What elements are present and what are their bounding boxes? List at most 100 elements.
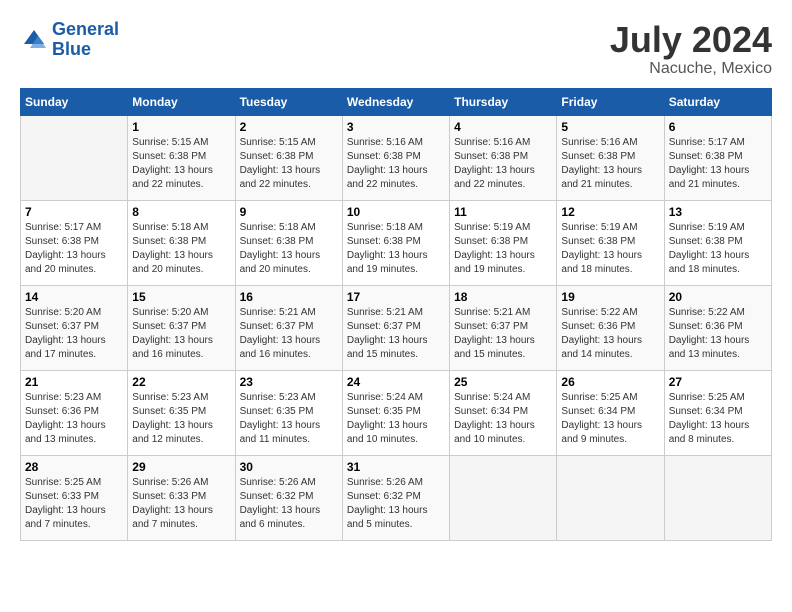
logo-icon [20, 26, 48, 54]
day-number: 22 [132, 375, 230, 389]
table-row [557, 455, 664, 540]
day-number: 10 [347, 205, 445, 219]
day-info: Sunrise: 5:21 AM Sunset: 6:37 PM Dayligh… [347, 306, 445, 362]
day-info: Sunrise: 5:22 AM Sunset: 6:36 PM Dayligh… [669, 306, 767, 362]
location-subtitle: Nacuche, Mexico [610, 60, 772, 78]
header-tuesday: Tuesday [235, 88, 342, 115]
day-info: Sunrise: 5:25 AM Sunset: 6:34 PM Dayligh… [561, 391, 659, 447]
table-row: 27 Sunrise: 5:25 AM Sunset: 6:34 PM Dayli… [664, 370, 771, 455]
day-info: Sunrise: 5:19 AM Sunset: 6:38 PM Dayligh… [561, 221, 659, 277]
logo-text: General Blue [52, 20, 119, 60]
day-info: Sunrise: 5:25 AM Sunset: 6:34 PM Dayligh… [669, 391, 767, 447]
day-number: 21 [25, 375, 123, 389]
day-info: Sunrise: 5:23 AM Sunset: 6:35 PM Dayligh… [132, 391, 230, 447]
day-number: 25 [454, 375, 552, 389]
day-number: 11 [454, 205, 552, 219]
day-info: Sunrise: 5:26 AM Sunset: 6:32 PM Dayligh… [347, 476, 445, 532]
table-row: 17 Sunrise: 5:21 AM Sunset: 6:37 PM Dayli… [342, 285, 449, 370]
day-number: 24 [347, 375, 445, 389]
day-info: Sunrise: 5:19 AM Sunset: 6:38 PM Dayligh… [454, 221, 552, 277]
table-row: 5 Sunrise: 5:16 AM Sunset: 6:38 PM Daylig… [557, 115, 664, 200]
table-row: 24 Sunrise: 5:24 AM Sunset: 6:35 PM Dayli… [342, 370, 449, 455]
day-number: 5 [561, 120, 659, 134]
logo: General Blue [20, 20, 119, 60]
day-number: 18 [454, 290, 552, 304]
header-thursday: Thursday [450, 88, 557, 115]
calendar-week-row: 14 Sunrise: 5:20 AM Sunset: 6:37 PM Dayli… [21, 285, 772, 370]
day-number: 29 [132, 460, 230, 474]
day-info: Sunrise: 5:26 AM Sunset: 6:33 PM Dayligh… [132, 476, 230, 532]
page-header: General Blue July 2024 Nacuche, Mexico [20, 20, 772, 78]
calendar-table: Sunday Monday Tuesday Wednesday Thursday… [20, 88, 772, 541]
header-friday: Friday [557, 88, 664, 115]
table-row: 28Sunrise: 5:25 AM Sunset: 6:33 PM Dayli… [21, 455, 128, 540]
day-number: 3 [347, 120, 445, 134]
header-wednesday: Wednesday [342, 88, 449, 115]
day-info: Sunrise: 5:19 AM Sunset: 6:38 PM Dayligh… [669, 221, 767, 277]
table-row: 15 Sunrise: 5:20 AM Sunset: 6:37 PM Dayli… [128, 285, 235, 370]
table-row: 19 Sunrise: 5:22 AM Sunset: 6:36 PM Dayli… [557, 285, 664, 370]
table-row: 18 Sunrise: 5:21 AM Sunset: 6:37 PM Dayli… [450, 285, 557, 370]
day-number: 30 [240, 460, 338, 474]
day-info: Sunrise: 5:16 AM Sunset: 6:38 PM Dayligh… [561, 136, 659, 192]
month-year-title: July 2024 [610, 20, 772, 60]
day-info: Sunrise: 5:20 AM Sunset: 6:37 PM Dayligh… [132, 306, 230, 362]
day-number: 27 [669, 375, 767, 389]
header-saturday: Saturday [664, 88, 771, 115]
day-info: Sunrise: 5:15 AM Sunset: 6:38 PM Dayligh… [240, 136, 338, 192]
day-number: 16 [240, 290, 338, 304]
day-number: 7 [25, 205, 123, 219]
table-row: 20 Sunrise: 5:22 AM Sunset: 6:36 PM Dayli… [664, 285, 771, 370]
calendar-week-row: 7Sunrise: 5:17 AM Sunset: 6:38 PM Daylig… [21, 200, 772, 285]
day-info: Sunrise: 5:23 AM Sunset: 6:35 PM Dayligh… [240, 391, 338, 447]
day-number: 26 [561, 375, 659, 389]
day-number: 6 [669, 120, 767, 134]
day-number: 20 [669, 290, 767, 304]
day-number: 4 [454, 120, 552, 134]
calendar-header-row: Sunday Monday Tuesday Wednesday Thursday… [21, 88, 772, 115]
day-number: 14 [25, 290, 123, 304]
day-number: 9 [240, 205, 338, 219]
table-row: 6 Sunrise: 5:17 AM Sunset: 6:38 PM Daylig… [664, 115, 771, 200]
day-info: Sunrise: 5:24 AM Sunset: 6:35 PM Dayligh… [347, 391, 445, 447]
table-row: 31 Sunrise: 5:26 AM Sunset: 6:32 PM Dayli… [342, 455, 449, 540]
day-number: 17 [347, 290, 445, 304]
day-info: Sunrise: 5:23 AM Sunset: 6:36 PM Dayligh… [25, 391, 123, 447]
day-info: Sunrise: 5:18 AM Sunset: 6:38 PM Dayligh… [240, 221, 338, 277]
table-row: 11 Sunrise: 5:19 AM Sunset: 6:38 PM Dayli… [450, 200, 557, 285]
table-row: 16 Sunrise: 5:21 AM Sunset: 6:37 PM Dayli… [235, 285, 342, 370]
table-row: 12 Sunrise: 5:19 AM Sunset: 6:38 PM Dayli… [557, 200, 664, 285]
day-number: 8 [132, 205, 230, 219]
day-info: Sunrise: 5:20 AM Sunset: 6:37 PM Dayligh… [25, 306, 123, 362]
day-info: Sunrise: 5:17 AM Sunset: 6:38 PM Dayligh… [669, 136, 767, 192]
day-number: 31 [347, 460, 445, 474]
table-row: 26 Sunrise: 5:25 AM Sunset: 6:34 PM Dayli… [557, 370, 664, 455]
table-row [21, 115, 128, 200]
table-row: 13 Sunrise: 5:19 AM Sunset: 6:38 PM Dayli… [664, 200, 771, 285]
day-number: 13 [669, 205, 767, 219]
table-row [664, 455, 771, 540]
table-row: 8 Sunrise: 5:18 AM Sunset: 6:38 PM Daylig… [128, 200, 235, 285]
table-row: 23Sunrise: 5:23 AM Sunset: 6:35 PM Dayli… [235, 370, 342, 455]
day-number: 19 [561, 290, 659, 304]
table-row [450, 455, 557, 540]
table-row: 1Sunrise: 5:15 AM Sunset: 6:38 PM Daylig… [128, 115, 235, 200]
header-monday: Monday [128, 88, 235, 115]
day-number: 2 [240, 120, 338, 134]
day-info: Sunrise: 5:18 AM Sunset: 6:38 PM Dayligh… [132, 221, 230, 277]
day-info: Sunrise: 5:25 AM Sunset: 6:33 PM Dayligh… [25, 476, 123, 532]
header-sunday: Sunday [21, 88, 128, 115]
calendar-week-row: 21 Sunrise: 5:23 AM Sunset: 6:36 PM Dayli… [21, 370, 772, 455]
day-number: 1 [132, 120, 230, 134]
day-info: Sunrise: 5:21 AM Sunset: 6:37 PM Dayligh… [454, 306, 552, 362]
day-number: 12 [561, 205, 659, 219]
day-info: Sunrise: 5:21 AM Sunset: 6:37 PM Dayligh… [240, 306, 338, 362]
calendar-week-row: 1 Sunrise: 5:15 AM Sunset: 6:38 PM Daylig… [21, 115, 772, 200]
day-info: Sunrise: 5:22 AM Sunset: 6:36 PM Dayligh… [561, 306, 659, 362]
day-number: 15 [132, 290, 230, 304]
table-row: 9 Sunrise: 5:18 AM Sunset: 6:38 PM Daylig… [235, 200, 342, 285]
table-row: 4Sunrise: 5:16 AM Sunset: 6:38 PM Daylig… [450, 115, 557, 200]
table-row: 21 Sunrise: 5:23 AM Sunset: 6:36 PM Dayli… [21, 370, 128, 455]
title-block: July 2024 Nacuche, Mexico [610, 20, 772, 78]
table-row: 7Sunrise: 5:17 AM Sunset: 6:38 PM Daylig… [21, 200, 128, 285]
